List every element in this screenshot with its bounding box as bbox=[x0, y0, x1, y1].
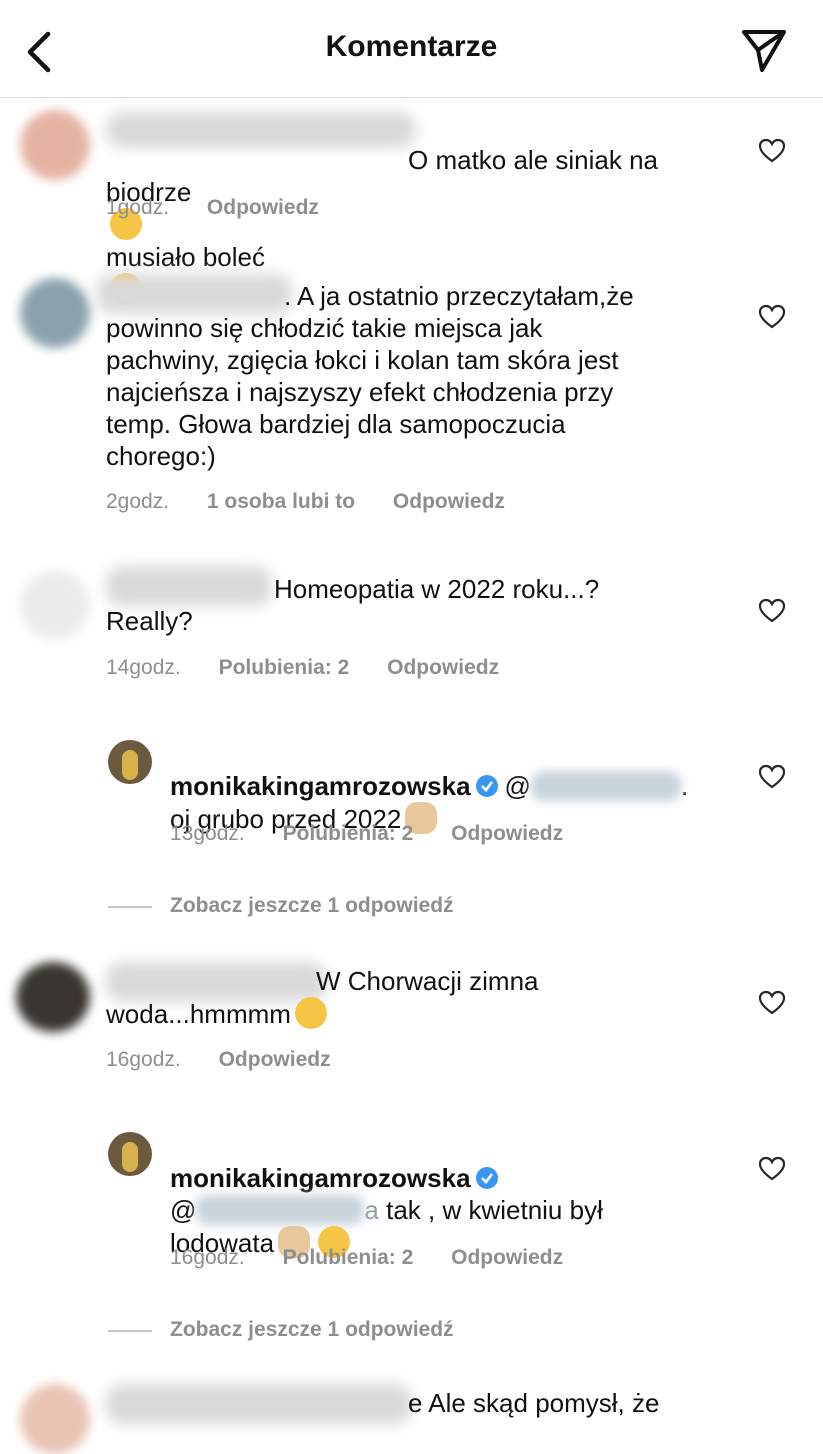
mention-blurred[interactable] bbox=[196, 1195, 365, 1225]
comment-time: 2godz. bbox=[106, 490, 170, 513]
header-bar: Komentarze bbox=[0, 0, 823, 98]
reply-text: monikakingamrozowska @ a tak , w kwietniu… bbox=[170, 1163, 603, 1258]
avatar[interactable] bbox=[16, 962, 90, 1032]
username[interactable]: monikakingamrozowska bbox=[170, 1163, 471, 1193]
surprised-face-icon bbox=[294, 997, 327, 1029]
avatar[interactable] bbox=[108, 1132, 152, 1176]
comment-time: 16godz. bbox=[106, 1048, 181, 1071]
comment-meta: 14godz. Polubienia: 2 Odpowiedz bbox=[106, 656, 531, 680]
mention-prefix[interactable]: @ bbox=[505, 771, 531, 801]
comment-text: . A ja ostatnio przeczytałam,że powinno … bbox=[106, 281, 634, 471]
view-more-replies-button[interactable]: Zobacz jeszcze 1 odpowiedź bbox=[170, 894, 454, 918]
heart-icon[interactable] bbox=[758, 1155, 786, 1183]
avatar[interactable] bbox=[20, 110, 90, 180]
comment-time: 1godz. bbox=[106, 196, 170, 219]
comment-text: Homeopatia w 2022 roku...? Really? bbox=[106, 574, 600, 636]
heart-icon[interactable] bbox=[758, 597, 786, 625]
likes-count[interactable]: Polubienia: 2 bbox=[283, 1246, 414, 1270]
avatar[interactable] bbox=[20, 278, 90, 348]
avatar[interactable] bbox=[20, 570, 90, 640]
heart-icon[interactable] bbox=[758, 303, 786, 331]
avatar[interactable] bbox=[20, 1384, 90, 1454]
username[interactable]: monikakingamrozowska bbox=[170, 771, 471, 801]
likes-count[interactable]: Polubienia: 2 bbox=[283, 822, 414, 846]
paper-plane-icon[interactable] bbox=[740, 26, 788, 74]
comment-meta: 1godz. Odpowiedz bbox=[106, 196, 351, 220]
heart-icon[interactable] bbox=[758, 763, 786, 791]
avatar[interactable] bbox=[108, 740, 152, 784]
comment-text: W Chorwacji zimna woda...hmmmm bbox=[106, 966, 539, 1029]
reply-meta: 13godz. Polubienia: 2 Odpowiedz bbox=[170, 822, 595, 846]
reply-button[interactable]: Odpowiedz bbox=[393, 490, 505, 514]
reply-text: monikakingamrozowska @. oj grubo przed 20… bbox=[170, 771, 689, 834]
likes-count[interactable]: Polubienia: 2 bbox=[219, 656, 350, 680]
reply-button[interactable]: Odpowiedz bbox=[387, 656, 499, 680]
mention-prefix[interactable]: @ bbox=[170, 1195, 196, 1225]
mention-blurred[interactable] bbox=[530, 771, 681, 801]
heart-icon[interactable] bbox=[758, 989, 786, 1017]
view-more-replies-button[interactable]: Zobacz jeszcze 1 odpowiedź bbox=[170, 1318, 454, 1342]
reply-button[interactable]: Odpowiedz bbox=[451, 1246, 563, 1270]
reply-button[interactable]: Odpowiedz bbox=[451, 822, 563, 846]
reply-time: 13godz. bbox=[170, 822, 245, 845]
likes-count[interactable]: 1 osoba lubi to bbox=[207, 490, 355, 514]
reply-button[interactable]: Odpowiedz bbox=[219, 1048, 331, 1072]
divider-line bbox=[108, 906, 152, 908]
comment-text: e Ale skąd pomysł, że bbox=[408, 1388, 660, 1418]
divider-line bbox=[108, 1330, 152, 1332]
comment-time: 14godz. bbox=[106, 656, 181, 679]
page-title: Komentarze bbox=[325, 30, 498, 63]
comment-meta: 16godz. Odpowiedz bbox=[106, 1048, 363, 1072]
comment-meta: 2godz. 1 osoba lubi to Odpowiedz bbox=[106, 490, 537, 514]
reply-time: 16godz. bbox=[170, 1246, 245, 1269]
verified-badge-icon bbox=[475, 1167, 498, 1189]
reply-meta: 16godz. Polubienia: 2 Odpowiedz bbox=[170, 1246, 595, 1270]
reply-button[interactable]: Odpowiedz bbox=[207, 196, 319, 220]
mention-suffix[interactable]: a bbox=[364, 1195, 378, 1225]
heart-icon[interactable] bbox=[758, 137, 786, 165]
verified-badge-icon bbox=[475, 775, 498, 797]
